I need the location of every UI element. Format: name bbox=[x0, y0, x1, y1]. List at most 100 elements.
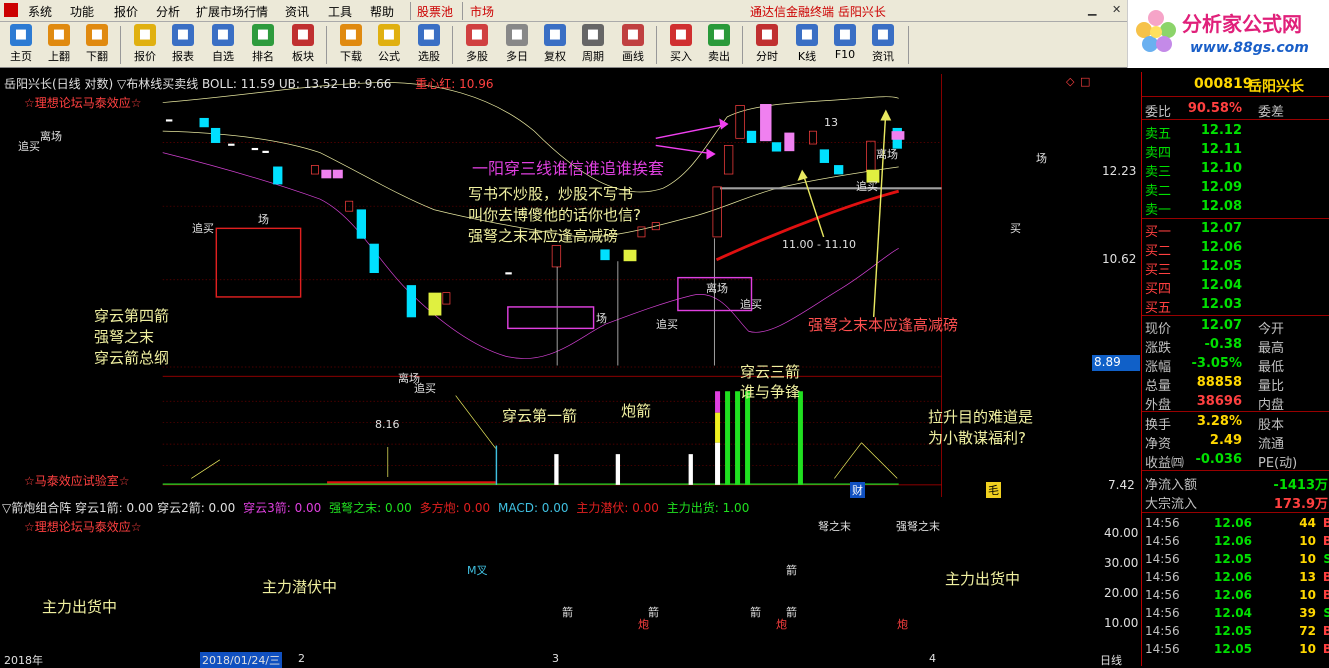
toolbar-button[interactable]: ■ F10 bbox=[828, 24, 862, 66]
row-label: 外盘 bbox=[1145, 398, 1172, 413]
menu-help[interactable]: 帮助 bbox=[370, 3, 394, 20]
close-icon[interactable]: ✕ bbox=[1112, 3, 1121, 16]
diamond-icon[interactable]: ◇ bbox=[1066, 75, 1074, 88]
tick-bs: B bbox=[1322, 588, 1329, 602]
candle-label-exit2: 离场 bbox=[706, 282, 728, 295]
tick-time: 14:56 bbox=[1145, 516, 1180, 530]
annotation-red: 强弩之末本应逢高减磅 bbox=[808, 316, 959, 334]
quote-row: 现价 12.07 今开 bbox=[1142, 317, 1329, 337]
toolbar-button[interactable]: ■ 板块 bbox=[286, 24, 320, 66]
annotation-quote: 写书不炒股，炒股不写书 叫你去博傻他的话你也信? 强弩之末本应逢高减磅 bbox=[468, 184, 641, 247]
toolbar-button-label: F10 bbox=[834, 48, 856, 61]
tick-price: 12.06 bbox=[1214, 534, 1252, 548]
quote-row: 买三 12.05 bbox=[1142, 258, 1329, 278]
logo-url[interactable]: www.88gs.com bbox=[1190, 40, 1309, 56]
forum-tag-bottom: ☆马泰效应试验室☆ bbox=[24, 474, 130, 488]
menu-analysis[interactable]: 分析 bbox=[156, 3, 180, 20]
row-value: 2.49 bbox=[1209, 433, 1242, 448]
third-arrow-line: 穿云三箭 bbox=[740, 363, 801, 381]
row-label-2: 量比 bbox=[1258, 379, 1285, 394]
sub-header-part: MACD: 0.00 bbox=[497, 501, 569, 515]
toolbar-button[interactable]: ■ 排名 bbox=[246, 24, 280, 66]
arrow-label: 箭 bbox=[786, 606, 797, 619]
row-value: 12.05 bbox=[1200, 259, 1242, 274]
tick-price: 12.06 bbox=[1214, 588, 1252, 602]
menu-tools[interactable]: 工具 bbox=[328, 3, 352, 20]
kline-icon: ■ bbox=[796, 24, 818, 46]
quote-row: 买一 12.07 bbox=[1142, 220, 1329, 240]
candle-label-field1: 场 bbox=[258, 213, 269, 226]
row-value: 12.10 bbox=[1200, 161, 1242, 176]
candle-label-chase4: 追买 bbox=[856, 180, 878, 193]
menu-stock-pool[interactable]: 股票池 bbox=[417, 3, 453, 20]
tick-vol: 44 bbox=[1299, 516, 1316, 530]
toolbar-button-label: 公式 bbox=[378, 50, 400, 63]
toolbar-button[interactable]: ■ 公式 bbox=[372, 24, 406, 66]
box-left-line: 穿云箭总纲 bbox=[94, 349, 170, 367]
marker-finance[interactable]: 财 bbox=[850, 482, 865, 498]
weicha-label: 委差 bbox=[1258, 105, 1285, 120]
toolbar-button[interactable]: ■ 分时 bbox=[750, 24, 784, 66]
tick-price: 12.04 bbox=[1214, 606, 1252, 620]
buy-icon: ■ bbox=[670, 24, 692, 46]
toolbar-button[interactable]: ■ 卖出 bbox=[702, 24, 736, 66]
row-label-2: 股本 bbox=[1258, 418, 1285, 433]
toolbar-button[interactable]: ■ 上翻 bbox=[42, 24, 76, 66]
toolbar-button[interactable]: ■ 报表 bbox=[166, 24, 200, 66]
toolbar-button[interactable]: ■ 报价 bbox=[128, 24, 162, 66]
annotation-cannon: 炮箭 bbox=[621, 402, 652, 420]
date-axis: 2018年 2018/01/24/三 2 3 4 日线 bbox=[0, 652, 1140, 668]
cannon-label: 炮 bbox=[776, 618, 787, 631]
quote-row: 卖四 12.11 bbox=[1142, 141, 1329, 161]
toolbar-button[interactable]: ■ 下载 bbox=[334, 24, 368, 66]
sub-forum-tag: ☆理想论坛马泰效应☆ bbox=[24, 520, 142, 534]
tick-vol: 13 bbox=[1299, 570, 1316, 584]
square-icon[interactable]: □ bbox=[1080, 75, 1090, 88]
row-label: 涨跌 bbox=[1145, 341, 1172, 356]
row-value: 12.11 bbox=[1200, 142, 1242, 157]
tick-bs: B bbox=[1322, 570, 1329, 584]
menu-function[interactable]: 功能 bbox=[70, 3, 94, 20]
toolbar-button-label: 卖出 bbox=[708, 50, 730, 63]
toolbar-button-label: 选股 bbox=[418, 50, 440, 63]
sub-header-part: ▽箭炮组合阵 穿云1箭: 0.00 穿云2箭: 0.00 bbox=[2, 501, 236, 515]
toolbar-button[interactable]: ■ 主页 bbox=[4, 24, 38, 66]
toolbar-divider bbox=[742, 26, 743, 64]
menu-market[interactable]: 市场 bbox=[470, 3, 494, 20]
toolbar-button[interactable]: ■ 下翻 bbox=[80, 24, 114, 66]
toolbar-button[interactable]: ■ 资讯 bbox=[866, 24, 900, 66]
toolbar-button-label: 买入 bbox=[670, 50, 692, 63]
quote-row: 卖二 12.09 bbox=[1142, 179, 1329, 199]
sub-annot-right: 主力出货中 bbox=[945, 570, 1021, 588]
tick-vol: 10 bbox=[1299, 642, 1316, 656]
minimize-icon[interactable]: ▁ bbox=[1088, 3, 1096, 16]
toolbar-button[interactable]: ■ 多日 bbox=[500, 24, 534, 66]
menu-divider bbox=[410, 2, 411, 20]
app-logo-icon bbox=[4, 3, 18, 17]
menu-news[interactable]: 资讯 bbox=[285, 3, 309, 20]
intraday-icon: ■ bbox=[756, 24, 778, 46]
toolbar-button-label: 画线 bbox=[622, 50, 644, 63]
box-left-line: 穿云第四箭 bbox=[94, 307, 170, 325]
tick-time: 14:56 bbox=[1145, 606, 1180, 620]
toolbar-button[interactable]: ■ K线 bbox=[790, 24, 824, 66]
toolbar-button[interactable]: ■ 画线 bbox=[616, 24, 650, 66]
toolbar-button[interactable]: ■ 多股 bbox=[460, 24, 494, 66]
third-arrow-line: 谁与争锋 bbox=[740, 383, 801, 401]
menu-quote[interactable]: 报价 bbox=[114, 3, 138, 20]
marker-other[interactable]: 毛 bbox=[986, 482, 1001, 498]
tick-bs: B bbox=[1322, 624, 1329, 638]
multi-stock-icon: ■ bbox=[466, 24, 488, 46]
toolbar-button[interactable]: ■ 自选 bbox=[206, 24, 240, 66]
window-controls[interactable]: ▁ ✕ bbox=[1088, 3, 1121, 16]
toolbar-button[interactable]: ■ 选股 bbox=[412, 24, 446, 66]
tick-row: 14:56 12.06 10 B bbox=[1142, 533, 1329, 551]
toolbar-divider bbox=[120, 26, 121, 64]
tick-row: 14:56 12.05 10 B bbox=[1142, 641, 1329, 659]
toolbar-button[interactable]: ■ 周期 bbox=[576, 24, 610, 66]
toolbar-button[interactable]: ■ 买入 bbox=[664, 24, 698, 66]
tick-bs: S bbox=[1323, 606, 1329, 620]
toolbar-button[interactable]: ■ 复权 bbox=[538, 24, 572, 66]
menu-extended-market[interactable]: 扩展市场行情 bbox=[196, 3, 268, 20]
menu-system[interactable]: 系统 bbox=[28, 3, 52, 20]
